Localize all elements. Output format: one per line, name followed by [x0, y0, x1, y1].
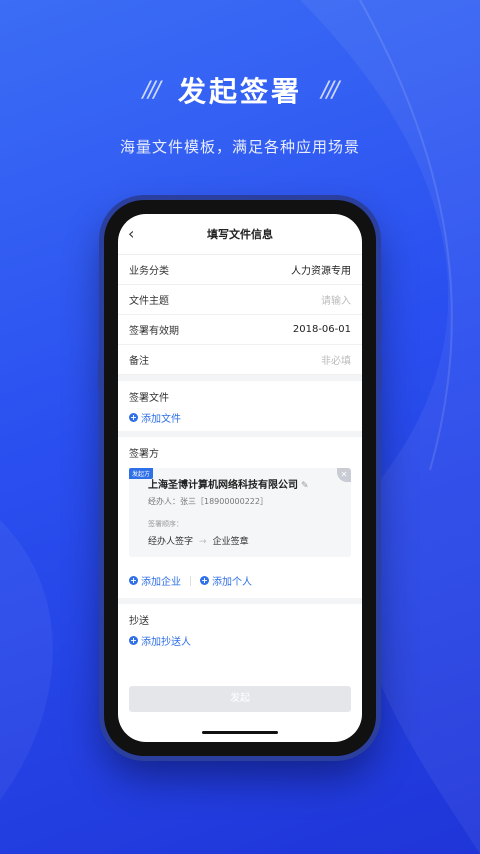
section-title: 签署方 [129, 449, 159, 460]
field-validity[interactable]: 签署有效期 2018-06-01 [118, 315, 362, 345]
headline: /// 发起签署 /// [0, 70, 480, 110]
plus-icon: + [200, 576, 209, 585]
phone-side-button [379, 358, 382, 388]
add-person-button[interactable]: 添加个人 [212, 573, 252, 588]
initiator-badge: 发起方 [129, 468, 154, 479]
headline-right-decoration: /// [321, 77, 339, 103]
company-name-text: 上海圣博计算机网络科技有限公司 [148, 480, 298, 491]
section-title: 抄送 [129, 616, 149, 627]
plus-icon: + [129, 636, 138, 645]
field-file-subject[interactable]: 文件主题 请输入 [118, 285, 362, 315]
add-file-label: 添加文件 [141, 414, 181, 425]
plus-icon: + [129, 413, 138, 422]
headline-subtitle: 海量文件模板，满足各种应用场景 [119, 138, 360, 156]
add-company-button[interactable]: 添加企业 [141, 573, 181, 588]
remark-input[interactable]: 非必填 [321, 352, 351, 367]
divider [190, 575, 191, 586]
add-signer-row: + 添加企业 + 添加个人 [118, 563, 362, 598]
headline-left-decoration: /// [142, 77, 161, 103]
field-business-category[interactable]: 业务分类 人力资源专用 [118, 255, 362, 285]
sign-order: 经办人签字 → 企业签章 [148, 534, 341, 547]
phone-side-button [98, 360, 101, 390]
sign-file-section: 签署文件 + 添加文件 [118, 381, 362, 431]
field-label: 签署有效期 [129, 326, 179, 337]
sign-order-label: 签署顺序： [148, 520, 183, 528]
signer-card[interactable]: 发起方 ✕ 上海圣博计算机网络科技有限公司 ✎ 经办人：张三［1890000022… [129, 468, 351, 557]
phone-side-button [379, 300, 382, 340]
cc-section: 抄送 + 添加抄送人 [118, 604, 362, 654]
field-remark[interactable]: 备注 非必填 [118, 345, 362, 375]
page-title: 填写文件信息 [207, 228, 273, 241]
submit-button[interactable]: 发起 [129, 686, 351, 712]
field-value: 2018-06-01 [292, 324, 351, 335]
arrow-right-icon: → [199, 537, 207, 547]
subject-input[interactable]: 请输入 [321, 292, 351, 307]
phone-screen: ‹ 填写文件信息 业务分类 人力资源专用 文件主题 请输入 签署有效期 2018… [118, 214, 362, 742]
field-value: 人力资源专用 [291, 266, 351, 277]
add-cc-label: 添加抄送人 [141, 637, 191, 648]
section-title: 签署文件 [129, 393, 169, 404]
plus-icon: + [129, 576, 138, 585]
add-cc-button[interactable]: + 添加抄送人 [129, 633, 351, 648]
field-label: 文件主题 [129, 296, 169, 307]
handler-info: 经办人：张三［18900000222］ [148, 497, 268, 506]
order-step-seal: 企业签章 [212, 537, 249, 547]
nav-bar: ‹ 填写文件信息 [118, 214, 362, 255]
company-name: 上海圣博计算机网络科技有限公司 ✎ [148, 476, 341, 491]
add-file-button[interactable]: + 添加文件 [129, 410, 351, 425]
field-label: 备注 [129, 356, 149, 367]
home-indicator [202, 731, 278, 734]
edit-icon[interactable]: ✎ [301, 481, 309, 491]
order-step-sign: 经办人签字 [148, 537, 194, 547]
headline-title: 发起签署 [177, 75, 302, 108]
signers-section: 签署方 发起方 ✕ 上海圣博计算机网络科技有限公司 ✎ 经办人：张三［189000… [118, 437, 362, 563]
field-label: 业务分类 [129, 266, 169, 277]
phone-mockup: ‹ 填写文件信息 业务分类 人力资源专用 文件主题 请输入 签署有效期 2018… [98, 200, 382, 756]
